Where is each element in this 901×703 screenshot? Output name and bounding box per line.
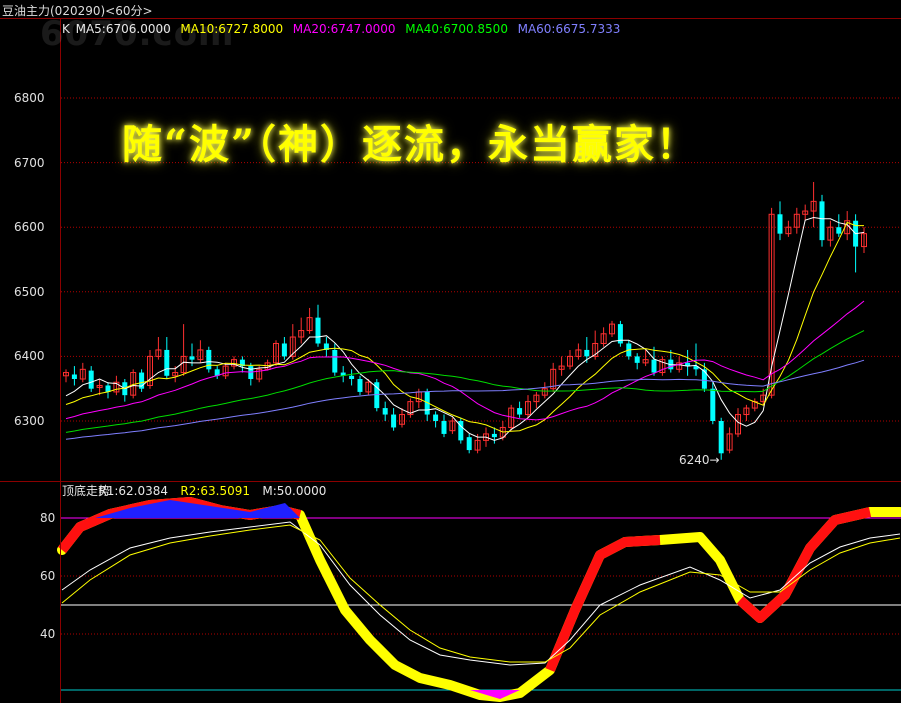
candle-body-down <box>349 375 355 380</box>
candle-body-down <box>517 408 523 415</box>
candle-body-down <box>819 201 825 241</box>
candle-body-down <box>634 356 640 363</box>
trend-band-red <box>736 507 872 623</box>
osc-tick-label: 60 <box>40 569 56 583</box>
candle-body-down <box>433 414 439 421</box>
candle-body-down <box>491 433 497 438</box>
osc-tick-label: 40 <box>40 627 56 641</box>
candle-body-down <box>441 421 447 434</box>
legend-item: MA40:6700.8500 <box>405 22 508 36</box>
candle-body-down <box>206 349 212 370</box>
ma5-line <box>65 216 865 441</box>
legend-item: R2:63.5091 <box>180 484 251 498</box>
candle-body-down <box>88 370 94 389</box>
price-tick-label: 6800 <box>14 91 45 105</box>
candle-body-down <box>777 214 783 234</box>
chart-canvas <box>0 18 901 703</box>
legend-item: MA20:6747.0000 <box>292 22 396 36</box>
price-tick-label: 6400 <box>14 349 45 364</box>
candle-body-down <box>332 349 338 373</box>
price-tick-label: 6600 <box>14 220 45 235</box>
candle-body-down <box>391 414 397 428</box>
r2-line <box>61 524 901 663</box>
candle-body-down <box>357 379 363 392</box>
candle-body-down <box>701 369 707 389</box>
low-price-annotation: 6240→ <box>679 453 720 467</box>
legend-item: MA60:6675.7333 <box>517 22 621 36</box>
candle-body-down <box>281 343 287 357</box>
price-tick-label: 6300 <box>14 414 45 428</box>
ma40-line <box>65 330 865 433</box>
candle-body-down <box>164 349 170 376</box>
candle-body-down <box>466 437 472 451</box>
price-tick-label: 6700 <box>14 155 45 170</box>
legend-item: M:50.0000 <box>262 484 327 498</box>
candle-body-down <box>836 227 842 234</box>
candle-body-down <box>718 421 724 454</box>
oscillator-panel <box>57 497 901 702</box>
candle-body-down <box>584 349 590 357</box>
candle-body-down <box>710 388 716 421</box>
legend-item: MA5:6706.0000 <box>75 22 171 36</box>
candle-body-down <box>189 356 195 360</box>
legend-item: K <box>62 22 70 36</box>
candle-body-down <box>382 408 388 415</box>
price-tick-label: 6500 <box>14 284 45 299</box>
slogan-banner: 随“波”（神）逐流，永当赢家！ <box>122 121 699 168</box>
osc-tick-label: 80 <box>40 511 56 525</box>
ma10-line <box>65 221 864 433</box>
legend-item: MA10:6727.8000 <box>180 22 284 36</box>
candle-body-down <box>315 317 321 344</box>
candle-body-down <box>651 359 657 373</box>
legend-item: R1:62.0384 <box>98 484 169 498</box>
price-series <box>63 181 867 460</box>
r1-line <box>61 521 901 666</box>
candle-body-down <box>71 374 77 380</box>
